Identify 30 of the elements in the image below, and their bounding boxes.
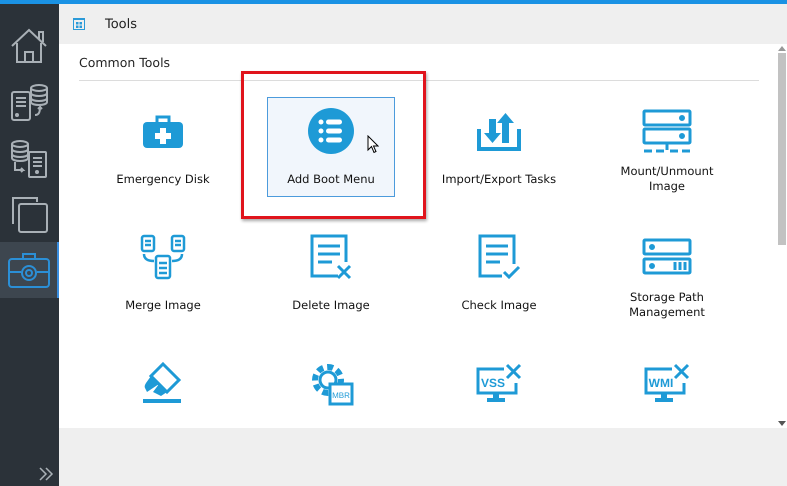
- eraser-icon: [143, 362, 183, 404]
- page-title: Tools: [105, 16, 138, 32]
- server-database-icon: [8, 82, 48, 122]
- grid-icon: [73, 18, 85, 30]
- scroll-up-icon[interactable]: [778, 46, 786, 51]
- toolbox-gear-icon: [6, 250, 50, 290]
- document-check-icon: [476, 234, 522, 280]
- tool-tile[interactable]: Check Image: [435, 223, 563, 323]
- tool-tile[interactable]: Emergency Disk: [99, 97, 227, 197]
- tool-tile[interactable]: Mount/Unmount Image: [603, 97, 731, 197]
- merge-documents-icon: [140, 234, 186, 280]
- scrollbar-thumb[interactable]: [778, 53, 786, 245]
- tool-tile[interactable]: Import/Export Tasks: [435, 97, 563, 197]
- storage-server-icon: [642, 238, 692, 276]
- scrollbar[interactable]: [777, 44, 787, 428]
- database-server-icon: [8, 138, 48, 178]
- expand-icon[interactable]: [38, 467, 54, 481]
- import-export-icon: [475, 111, 523, 151]
- tool-tile[interactable]: Merge Image: [99, 223, 227, 323]
- mouse-cursor-icon: [367, 135, 379, 154]
- tool-tile[interactable]: Delete Image: [267, 223, 395, 323]
- scroll-down-icon[interactable]: [778, 421, 786, 426]
- tool-tile[interactable]: Storage Path Management: [603, 223, 731, 323]
- list-icon: [308, 108, 354, 154]
- server-network-icon: [642, 109, 692, 153]
- sidebar-item[interactable]: [0, 242, 59, 298]
- document-delete-icon: [308, 234, 354, 280]
- tool-tile[interactable]: Add Boot Menu: [267, 97, 395, 197]
- medical-kit-icon: [143, 114, 183, 148]
- section-title: Common Tools: [79, 55, 172, 70]
